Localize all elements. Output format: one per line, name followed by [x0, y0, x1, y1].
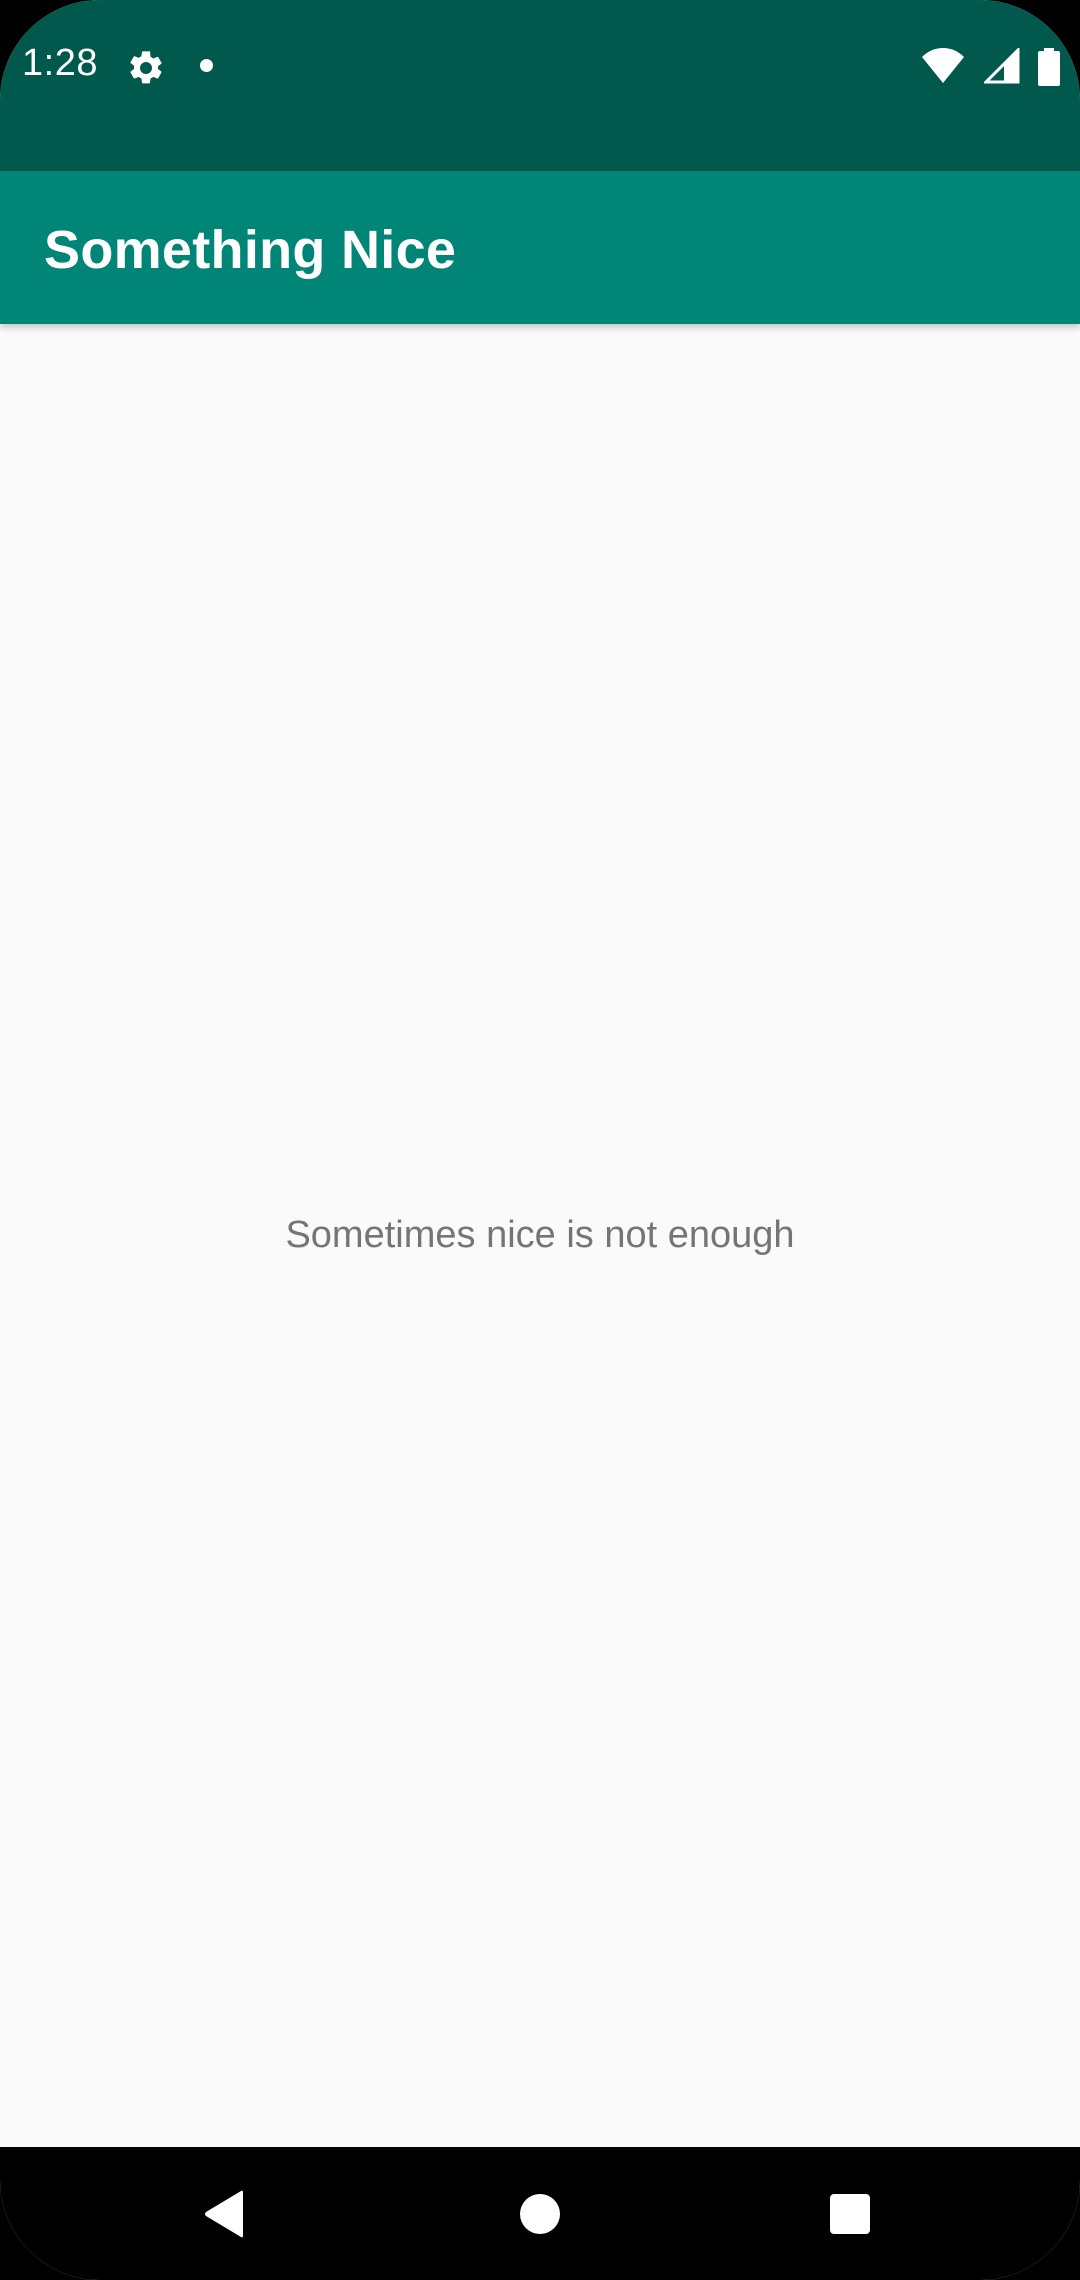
back-icon	[205, 2190, 243, 2237]
back-button[interactable]	[145, 2147, 305, 2280]
app-title: Something Nice	[44, 220, 457, 280]
wifi-icon	[922, 48, 965, 83]
device-screen: 1:28 Something Nice Sometimes nice is no…	[0, 0, 1080, 2280]
home-icon	[520, 2193, 560, 2234]
status-bar: 1:28	[0, 0, 1080, 171]
battery-icon	[1038, 48, 1060, 86]
gear-icon	[130, 51, 162, 84]
navigation-bar	[0, 2147, 1080, 2280]
main-content: Sometimes nice is not enough	[0, 324, 1080, 2147]
notification-dot-icon	[200, 59, 213, 72]
message-text: Sometimes nice is not enough	[285, 1214, 795, 1256]
status-indicators	[921, 48, 1060, 88]
recents-button[interactable]	[770, 2147, 930, 2280]
status-time: 1:28	[22, 42, 98, 84]
cell-signal-icon	[983, 48, 1020, 84]
home-button[interactable]	[460, 2147, 620, 2280]
recents-icon	[830, 2193, 870, 2234]
app-bar: Something Nice	[0, 171, 1080, 324]
